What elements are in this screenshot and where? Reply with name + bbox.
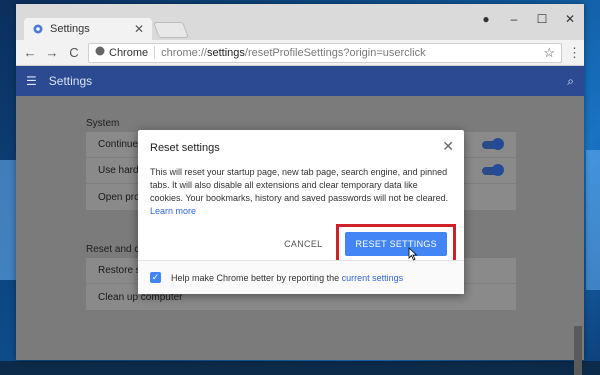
gear-icon [32, 23, 44, 35]
reset-settings-dialog: Reset settings ✕ This will reset your st… [138, 130, 464, 294]
info-icon [95, 46, 105, 59]
title-bar: Settings ✕ ● – ☐ ✕ [16, 4, 584, 40]
dialog-title: Reset settings [150, 142, 220, 154]
bookmark-star-icon[interactable]: ☆ [543, 45, 555, 61]
toggle-switch[interactable] [482, 163, 504, 176]
scrollbar[interactable] [574, 326, 582, 375]
toggle-switch[interactable] [482, 137, 504, 150]
site-label: Chrome [109, 46, 149, 59]
reload-button[interactable]: C [66, 45, 82, 60]
search-icon[interactable]: ⌕ [567, 74, 574, 89]
mouse-cursor-icon [408, 247, 418, 266]
cancel-button[interactable]: CANCEL [284, 239, 322, 249]
back-button[interactable]: ← [22, 45, 38, 60]
browser-menu-icon[interactable]: ⋮ [568, 45, 581, 61]
maximize-button[interactable]: ☐ [528, 10, 556, 28]
hamburger-menu-icon[interactable]: ☰ [26, 74, 37, 88]
browser-toolbar: ← → C Chrome chrome://settings/resetProf… [16, 40, 584, 66]
url-text: chrome://settings/resetProfileSettings?o… [161, 46, 426, 59]
site-info-chip[interactable]: Chrome [95, 46, 156, 59]
close-tab-icon[interactable]: ✕ [134, 22, 144, 36]
dialog-actions: CANCEL RESET SETTINGS [284, 224, 456, 264]
settings-header: ☰ Settings ⌕ [16, 66, 584, 96]
address-bar[interactable]: Chrome chrome://settings/resetProfileSet… [88, 42, 562, 63]
reset-settings-button[interactable]: RESET SETTINGS [345, 232, 447, 256]
dialog-body: This will reset your startup page, new t… [150, 167, 449, 216]
current-settings-link[interactable]: current settings [342, 273, 404, 283]
window-controls: ● – ☐ ✕ [472, 10, 584, 28]
page-title: Settings [48, 74, 93, 88]
close-icon[interactable]: ✕ [442, 138, 454, 155]
tab-settings[interactable]: Settings ✕ [24, 18, 152, 40]
footer-text: Help make Chrome better by reporting the… [171, 272, 404, 283]
tab-title: Settings [50, 23, 90, 35]
report-checkbox[interactable]: ✓ [150, 272, 161, 283]
section-label-system: System [86, 118, 120, 129]
forward-button[interactable]: → [44, 45, 60, 60]
taskbar [0, 361, 600, 375]
learn-more-link[interactable]: Learn more [150, 206, 196, 216]
new-tab-button[interactable] [153, 22, 189, 38]
account-icon[interactable]: ● [472, 10, 500, 28]
minimize-button[interactable]: – [500, 10, 528, 28]
close-window-button[interactable]: ✕ [556, 10, 584, 28]
highlight-box: RESET SETTINGS [336, 224, 456, 264]
